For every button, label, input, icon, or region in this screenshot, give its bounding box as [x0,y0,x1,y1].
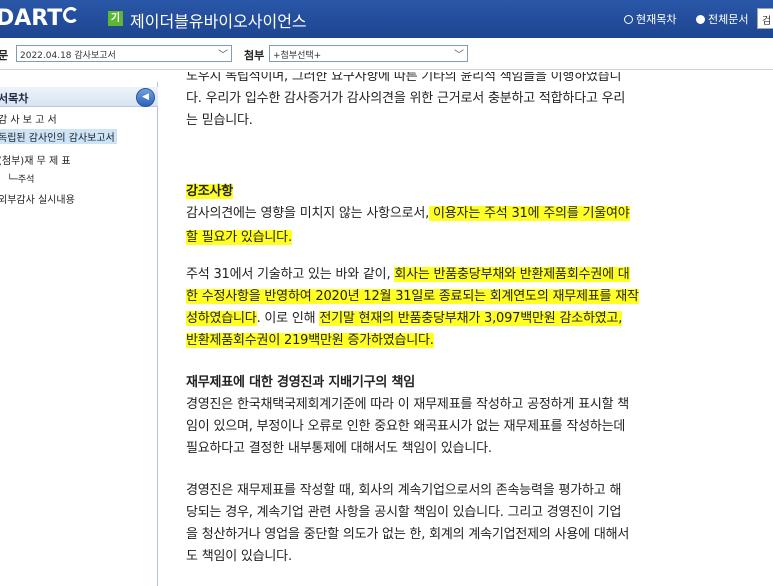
highlighted-text: 전기말 현재의 반품충당부채가 3,097백만원 감소하였고, [319,311,623,326]
radio-filled-icon [696,15,705,24]
attach-label: 첨부 [244,49,265,62]
logo-swoosh-icon [63,7,80,23]
text-line: 다. 우리가 입수한 감사증거가 감사의견을 위한 근거로서 충분하고 적합하다… [186,91,626,106]
chevron-down-icon: ﹀ [454,50,464,61]
search-input[interactable]: 검 [757,8,773,29]
report-label: 문 [0,49,9,62]
highlighted-text: 회사는 반품충당부채와 반환제품회수권에 대 [394,267,630,282]
text-line: 임이 있으며, 부정이나 오류로 인한 중요한 왜곡표시가 없는 재무제표를 작… [186,419,626,434]
logo-text: DART [0,6,63,31]
emphasis-heading: 강조사항 [186,184,234,199]
toc-item-audit-report[interactable]: 감 사 보 고 서 [0,111,57,126]
toc-title-bar: 서목차 [0,87,158,107]
company-name: 제이더블유바이오사이언스 [130,12,307,31]
scope-all-label: 전체문서 [708,13,749,26]
text-line: 주석 31에서 기술하고 있는 바와 같이, [186,267,395,282]
scope-current-radio[interactable]: 현재목차 [624,11,676,27]
toc-title: 서목차 [0,92,29,105]
toolbar: 문 2022.04.18 감사보고서 ﹀ 첨부 +첨부선택+ ﹀ [0,38,773,70]
text-line: 필요하다고 결정한 내부통제에 대해서도 책임이 있습니다. [186,441,492,456]
toc-item-notes[interactable]: └─주석 [7,172,34,185]
report-select[interactable]: 2022.04.18 감사보고서 ﹀ [16,45,232,62]
highlighted-text: 이용자는 주석 31에 주의를 기울여야 [429,206,630,221]
highlighted-text: 한 수정사항을 반영하여 2020년 12월 31일로 종료되는 회계연도의 재… [186,289,639,304]
chevron-down-icon: ﹀ [218,50,228,61]
toc-sidebar: 서목차 ◀ 감 사 보 고 서 독립된 감사인의 감사보고서 (첨부)재 무 제… [0,82,158,586]
chevron-left-icon: ◀ [142,92,149,102]
company-type-badge: 기 [108,11,123,26]
text-line: 는 믿습니다. [186,113,253,128]
attach-select[interactable]: +첨부선택+ ﹀ [269,45,468,62]
text-line: 당되는 경우, 계속기업 관련 사항을 공시할 책임이 있습니다. 그리고 경영… [186,505,622,520]
text-line: 을 청산하거나 영업을 중단할 의도가 없는 한, 회계의 계속기업전제의 사용… [186,527,630,542]
note-paragraph: 주석 31에서 기술하고 있는 바와 같이, 회사는 반품충당부채와 반환제품회… [186,265,706,351]
emphasis-section: 강조사항 감사의견에는 영향을 미치지 않는 사항으로서, 이용자는 주석 31… [186,182,706,248]
toc-item-financial-statements[interactable]: (첨부)재 무 제 표 [0,152,71,167]
responsibility-heading: 재무제표에 대한 경영진과 지배기구의 책임 [186,375,415,390]
highlighted-text: 할 필요가 있습니다. [186,230,292,245]
toc-item-external-audit[interactable]: 외부감사 실시내용 [0,191,75,206]
dart-logo[interactable]: DART [0,6,80,31]
highlighted-text: 반환제품회수권이 219백만원 증가하였습니다. [186,333,434,348]
text-line: 도 책임이 있습니다. [186,549,292,564]
top-paragraph: 도우지 독립적이며, 그러한 요구사항에 따른 기타의 윤리적 책임들을 이행하… [186,72,706,131]
document-viewer: 도우지 독립적이며, 그러한 요구사항에 따른 기타의 윤리적 책임들을 이행하… [160,72,773,586]
scope-all-radio[interactable]: 전체문서 [696,11,748,27]
attach-select-value: +첨부선택+ [273,51,322,61]
scope-current-label: 현재목차 [636,13,677,26]
app-header: DART 기 제이더블유바이오사이언스 현재목차 전체문서 검 [0,0,773,38]
collapse-sidebar-button[interactable]: ◀ [136,88,155,107]
text-line: 경영진은 재무제표를 작성할 때, 회사의 계속기업으로서의 존속능력을 평가하… [186,483,622,498]
text-line: 감사의견에는 영향을 미치지 않는 사항으로서, [186,206,430,221]
toc-item-independent-auditor-report[interactable]: 독립된 감사인의 감사보고서 [0,129,117,144]
text-line: 도우지 독립적이며, 그러한 요구사항에 따른 기타의 윤리적 책임들을 이행하… [186,72,622,84]
report-select-value: 2022.04.18 감사보고서 [20,51,116,61]
text-line: . 이로 인해 [256,311,320,326]
radio-empty-icon [624,15,633,24]
highlighted-text: 성하였습니다 [186,311,257,326]
text-line: 경영진은 한국채택국제회계기준에 따라 이 재무제표를 작성하고 공정하게 표시… [186,397,630,412]
responsibility-section: 재무제표에 대한 경영진과 지배기구의 책임 경영진은 한국채택국제회계기준에 … [186,373,706,567]
